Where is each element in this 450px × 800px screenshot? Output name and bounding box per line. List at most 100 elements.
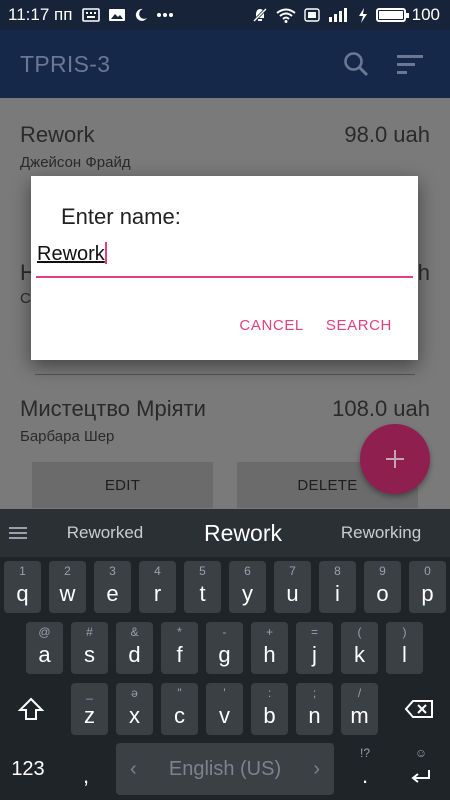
key-t[interactable]: 5t [184, 561, 221, 613]
key-secondary-label: # [86, 625, 93, 639]
key-label: p [421, 581, 434, 606]
key-label: l [402, 642, 407, 667]
key-i[interactable]: 8i [319, 561, 356, 613]
backspace-key[interactable] [392, 683, 446, 735]
key-s[interactable]: # s [71, 622, 108, 674]
key-label: f [176, 642, 183, 667]
key-secondary-label: 6 [244, 564, 251, 578]
period-key[interactable]: !? . [340, 743, 390, 795]
key-label: d [128, 642, 141, 667]
space-key[interactable]: ‹ English (US) › [116, 743, 334, 795]
suggestion[interactable]: Reworking [312, 523, 450, 543]
key-q[interactable]: 1q [4, 561, 41, 613]
battery-level: 100 [411, 5, 440, 24]
wifi-icon [276, 8, 296, 23]
shift-key[interactable] [4, 683, 58, 735]
cancel-button[interactable]: CANCEL [239, 317, 303, 334]
key-secondary-label: ) [402, 625, 407, 639]
enter-key[interactable]: ☺ [396, 743, 446, 795]
key-secondary-label: _ [86, 686, 93, 700]
more-notifications-icon [156, 12, 174, 18]
signal-bars-icon [328, 8, 350, 22]
mute-bell-icon [252, 7, 268, 23]
key-secondary-label: ( [357, 625, 362, 639]
numbers-key[interactable]: 123 [0, 743, 56, 795]
chevron-right-icon: › [313, 757, 320, 780]
key-secondary-label: & [130, 625, 139, 639]
key-g[interactable]: -g [206, 622, 243, 674]
soft-keyboard: Reworked Rework Reworking 1q2w3e4r5t6y7u… [0, 509, 450, 800]
key-label: r [153, 581, 162, 606]
key-j[interactable]: = j [296, 622, 333, 674]
key-secondary-label: 7 [289, 564, 296, 578]
key-f[interactable]: * f [161, 622, 198, 674]
key-w[interactable]: 2w [49, 561, 86, 613]
key-m[interactable]: / m [341, 683, 378, 735]
key-label: x [129, 703, 140, 728]
key-secondary-label: + [265, 625, 273, 639]
key-secondary-label: ' [223, 686, 226, 700]
key-l[interactable]: ) l [386, 622, 423, 674]
suggestion-primary[interactable]: Rework [174, 520, 312, 547]
search-action-button[interactable]: SEARCH [326, 317, 392, 334]
sort-icon [397, 55, 423, 74]
item-author: С [20, 290, 31, 307]
name-input[interactable]: Rework [36, 242, 413, 278]
key-a[interactable]: @ a [26, 622, 63, 674]
key-n[interactable]: ; n [296, 683, 333, 735]
key-x[interactable]: əx [116, 683, 153, 735]
key-label: h [263, 642, 276, 667]
text-caret [104, 242, 107, 264]
status-time: 11:17 пп [8, 5, 73, 24]
key-c[interactable]: " c [161, 683, 198, 735]
key-y[interactable]: 6y [229, 561, 266, 613]
key-secondary-label: 4 [154, 564, 161, 578]
edit-button[interactable]: EDIT [32, 462, 213, 508]
key-label: o [376, 581, 389, 606]
moon-icon [134, 8, 148, 22]
key-z[interactable]: _ z [71, 683, 108, 735]
key-d[interactable]: & d [116, 622, 153, 674]
key-b[interactable]: :b [251, 683, 288, 735]
space-key-label: English (US) [168, 757, 282, 780]
key-e[interactable]: 3e [94, 561, 131, 613]
suggestion[interactable]: Reworked [36, 523, 174, 543]
charging-bolt-icon [358, 7, 368, 23]
key-o[interactable]: 9o [364, 561, 401, 613]
key-secondary-label: 8 [334, 564, 341, 578]
battery-icon [375, 8, 409, 22]
search-button[interactable] [336, 44, 376, 84]
search-dialog: Enter name: Rework CANCEL SEARCH [31, 176, 418, 360]
key-secondary-label: @ [38, 625, 51, 639]
key-label: t [199, 581, 206, 606]
key-label: n [308, 703, 321, 728]
key-secondary-label: / [357, 686, 362, 700]
key-secondary-label: ə [131, 686, 138, 700]
key-label: u [286, 581, 299, 606]
shift-icon [18, 697, 44, 720]
keyboard-notification-icon [82, 8, 101, 22]
numbers-key-label: 123 [11, 758, 45, 780]
sort-button[interactable] [390, 44, 430, 84]
key-label: e [106, 581, 119, 606]
period-key-label: . [361, 763, 369, 788]
key-p[interactable]: 0p [409, 561, 446, 613]
key-label: q [16, 581, 29, 606]
emoji-icon: ☺ [414, 746, 428, 760]
key-secondary-label: = [310, 625, 318, 639]
key-label: w [59, 581, 76, 606]
add-button[interactable] [360, 424, 430, 494]
key-u[interactable]: 7u [274, 561, 311, 613]
key-label: j [312, 642, 317, 667]
key-r[interactable]: 4r [139, 561, 176, 613]
key-label: v [219, 703, 230, 728]
key-k[interactable]: (k [341, 622, 378, 674]
sim-signal-icon [303, 8, 320, 22]
key-secondary-label: ; [312, 686, 317, 700]
comma-key[interactable]: , [62, 743, 110, 795]
key-v[interactable]: ' v [206, 683, 243, 735]
key-secondary-label: 1 [19, 564, 26, 578]
key-h[interactable]: + h [251, 622, 288, 674]
key-secondary-label: " [177, 686, 182, 700]
keyboard-menu-button[interactable] [0, 526, 36, 540]
